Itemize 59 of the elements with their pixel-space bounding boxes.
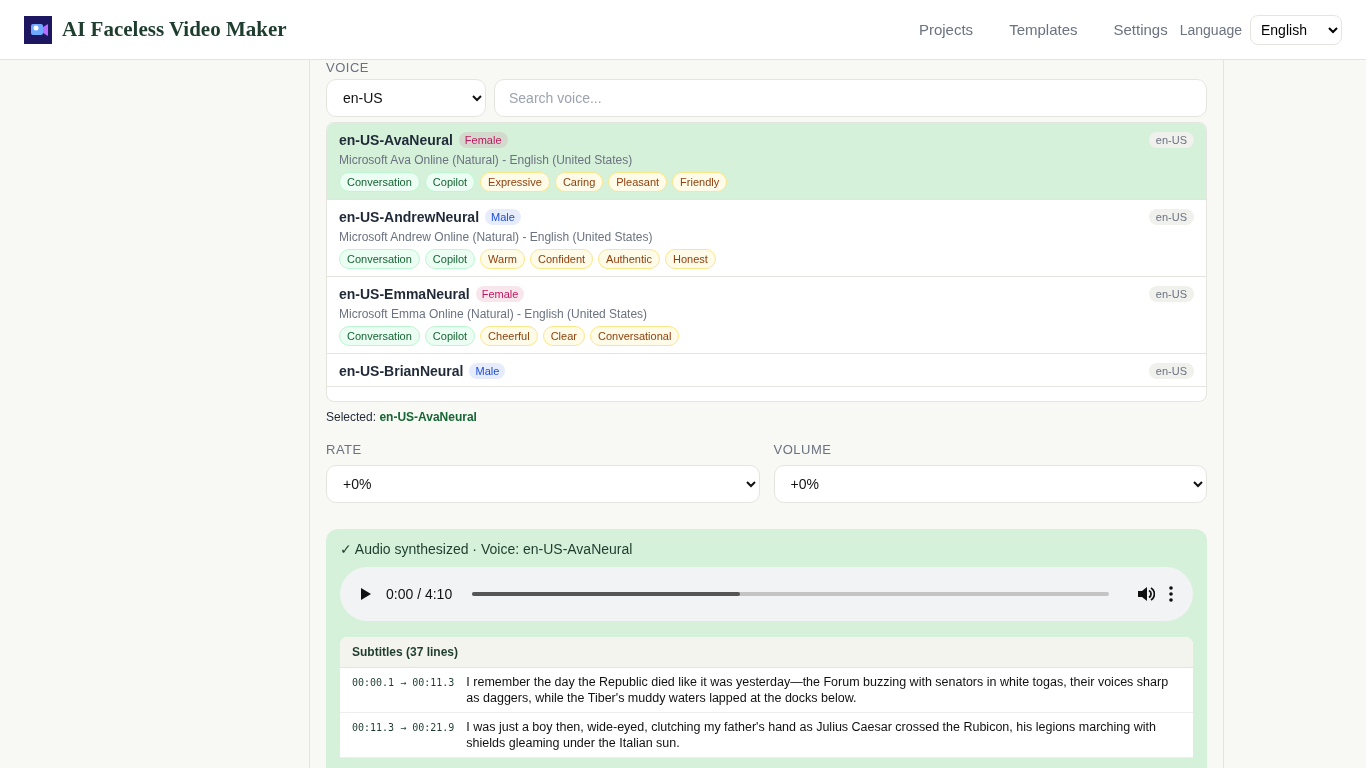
voice-tag: Copilot — [424, 249, 476, 269]
voice-description: Microsoft Emma Online (Natural) - English (United States) — [339, 307, 649, 321]
language-label: Language — [1179, 21, 1242, 38]
voice-tag: Cheerful — [480, 326, 538, 346]
volume-label: VOLUME — [773, 442, 833, 457]
locale-tag: en-US — [1148, 132, 1194, 148]
volume-icon[interactable] — [1137, 586, 1155, 602]
nav-link[interactable]: Projects — [918, 21, 974, 38]
voice-tag: Authentic — [598, 249, 660, 269]
search-field[interactable]: Search voice... — [494, 79, 1207, 117]
voice-tag: Conversation — [339, 249, 420, 269]
locale-tag: en-US — [1148, 363, 1194, 379]
play-icon[interactable] — [360, 587, 372, 601]
subtitle-time: 00:00.1 → 00:11.3 — [352, 676, 455, 690]
selected-voice-text: Selected: en-US-AvaNeural — [326, 410, 478, 424]
voice-tag: Warm — [480, 249, 525, 269]
playback-time: 0:00 / 4:10 — [386, 586, 453, 602]
voice-tag: Caring — [554, 172, 604, 192]
logo-icon — [24, 15, 52, 44]
voice-name: en-US-BrianNeural — [339, 363, 464, 379]
locale-tag: en-US — [1148, 209, 1194, 225]
voice-tag: Copilot — [424, 326, 476, 346]
subtitle-text: I was just a boy then, wide-eyed, clutching my father's hand as Julius Caesar crossed the Rubicon, his legions marching with shields gleaming under the Italian sun. — [466, 719, 1157, 751]
voice-tag: Conversational — [589, 326, 680, 346]
voice-tag: Conversation — [339, 326, 420, 346]
gender-tag: Male — [469, 363, 506, 379]
voice-tag: Conversation — [339, 172, 420, 192]
voice-name: en-US-EmmaNeural — [339, 286, 470, 302]
voice-tag: Copilot — [424, 172, 476, 192]
voice-description: Microsoft Ava Online (Natural) - English (United States) — [339, 153, 634, 167]
subtitle-time: 00:11.3 → 00:21.9 — [352, 721, 455, 735]
subtitles-title: Subtitles (37 lines) — [340, 637, 1193, 668]
rate-label: RATE — [326, 442, 363, 457]
status-text: ✓ Audio synthesized · Voice: en-US-AvaNeural — [340, 541, 634, 557]
progress-track[interactable] — [472, 592, 1109, 596]
subtitle-text: I remember the day the Republic died like it was yesterday—the Forum buzzing with senators in white togas, their voices sharp as daggers, while the Tiber's muddy waters lapped at the docks below. — [466, 674, 1170, 706]
app-title: AI Faceless Video Maker — [62, 17, 287, 42]
nav-link[interactable]: Settings — [1113, 21, 1168, 38]
voice-name: en-US-AvaNeural — [339, 132, 453, 148]
voice-name: en-US-AndrewNeural — [339, 209, 480, 225]
voice-tag: Friendly — [672, 172, 728, 192]
locale-tag: en-US — [1148, 286, 1194, 302]
more-icon[interactable] — [1169, 586, 1173, 602]
voice-tag: Expressive — [480, 172, 550, 192]
voice-tag: Honest — [664, 249, 716, 269]
voice-label: VOICE — [326, 60, 370, 75]
voice-tag: Confident — [530, 249, 594, 269]
gender-tag: Female — [475, 286, 525, 302]
voice-tag: Pleasant — [608, 172, 668, 192]
volume-select[interactable]: +0% — [773, 465, 1207, 503]
gender-tag: Male — [485, 209, 521, 225]
nav-link[interactable]: Templates — [1009, 21, 1078, 38]
rate-select[interactable]: +0% — [326, 465, 760, 503]
voice-item[interactable]: en-US-AvaNeural Female en-US Microsoft Ava Online (Natural) - English (United States) Conversation Copilot Expressive Caring Pleasant Friendly — [327, 123, 1206, 200]
locale-select[interactable]: en-US — [326, 79, 486, 117]
language-select[interactable]: English — [1250, 14, 1342, 45]
gender-tag: Female — [458, 132, 508, 148]
voice-description: Microsoft Andrew Online (Natural) - English (United States) — [339, 230, 654, 244]
voice-tag: Clear — [542, 326, 585, 346]
